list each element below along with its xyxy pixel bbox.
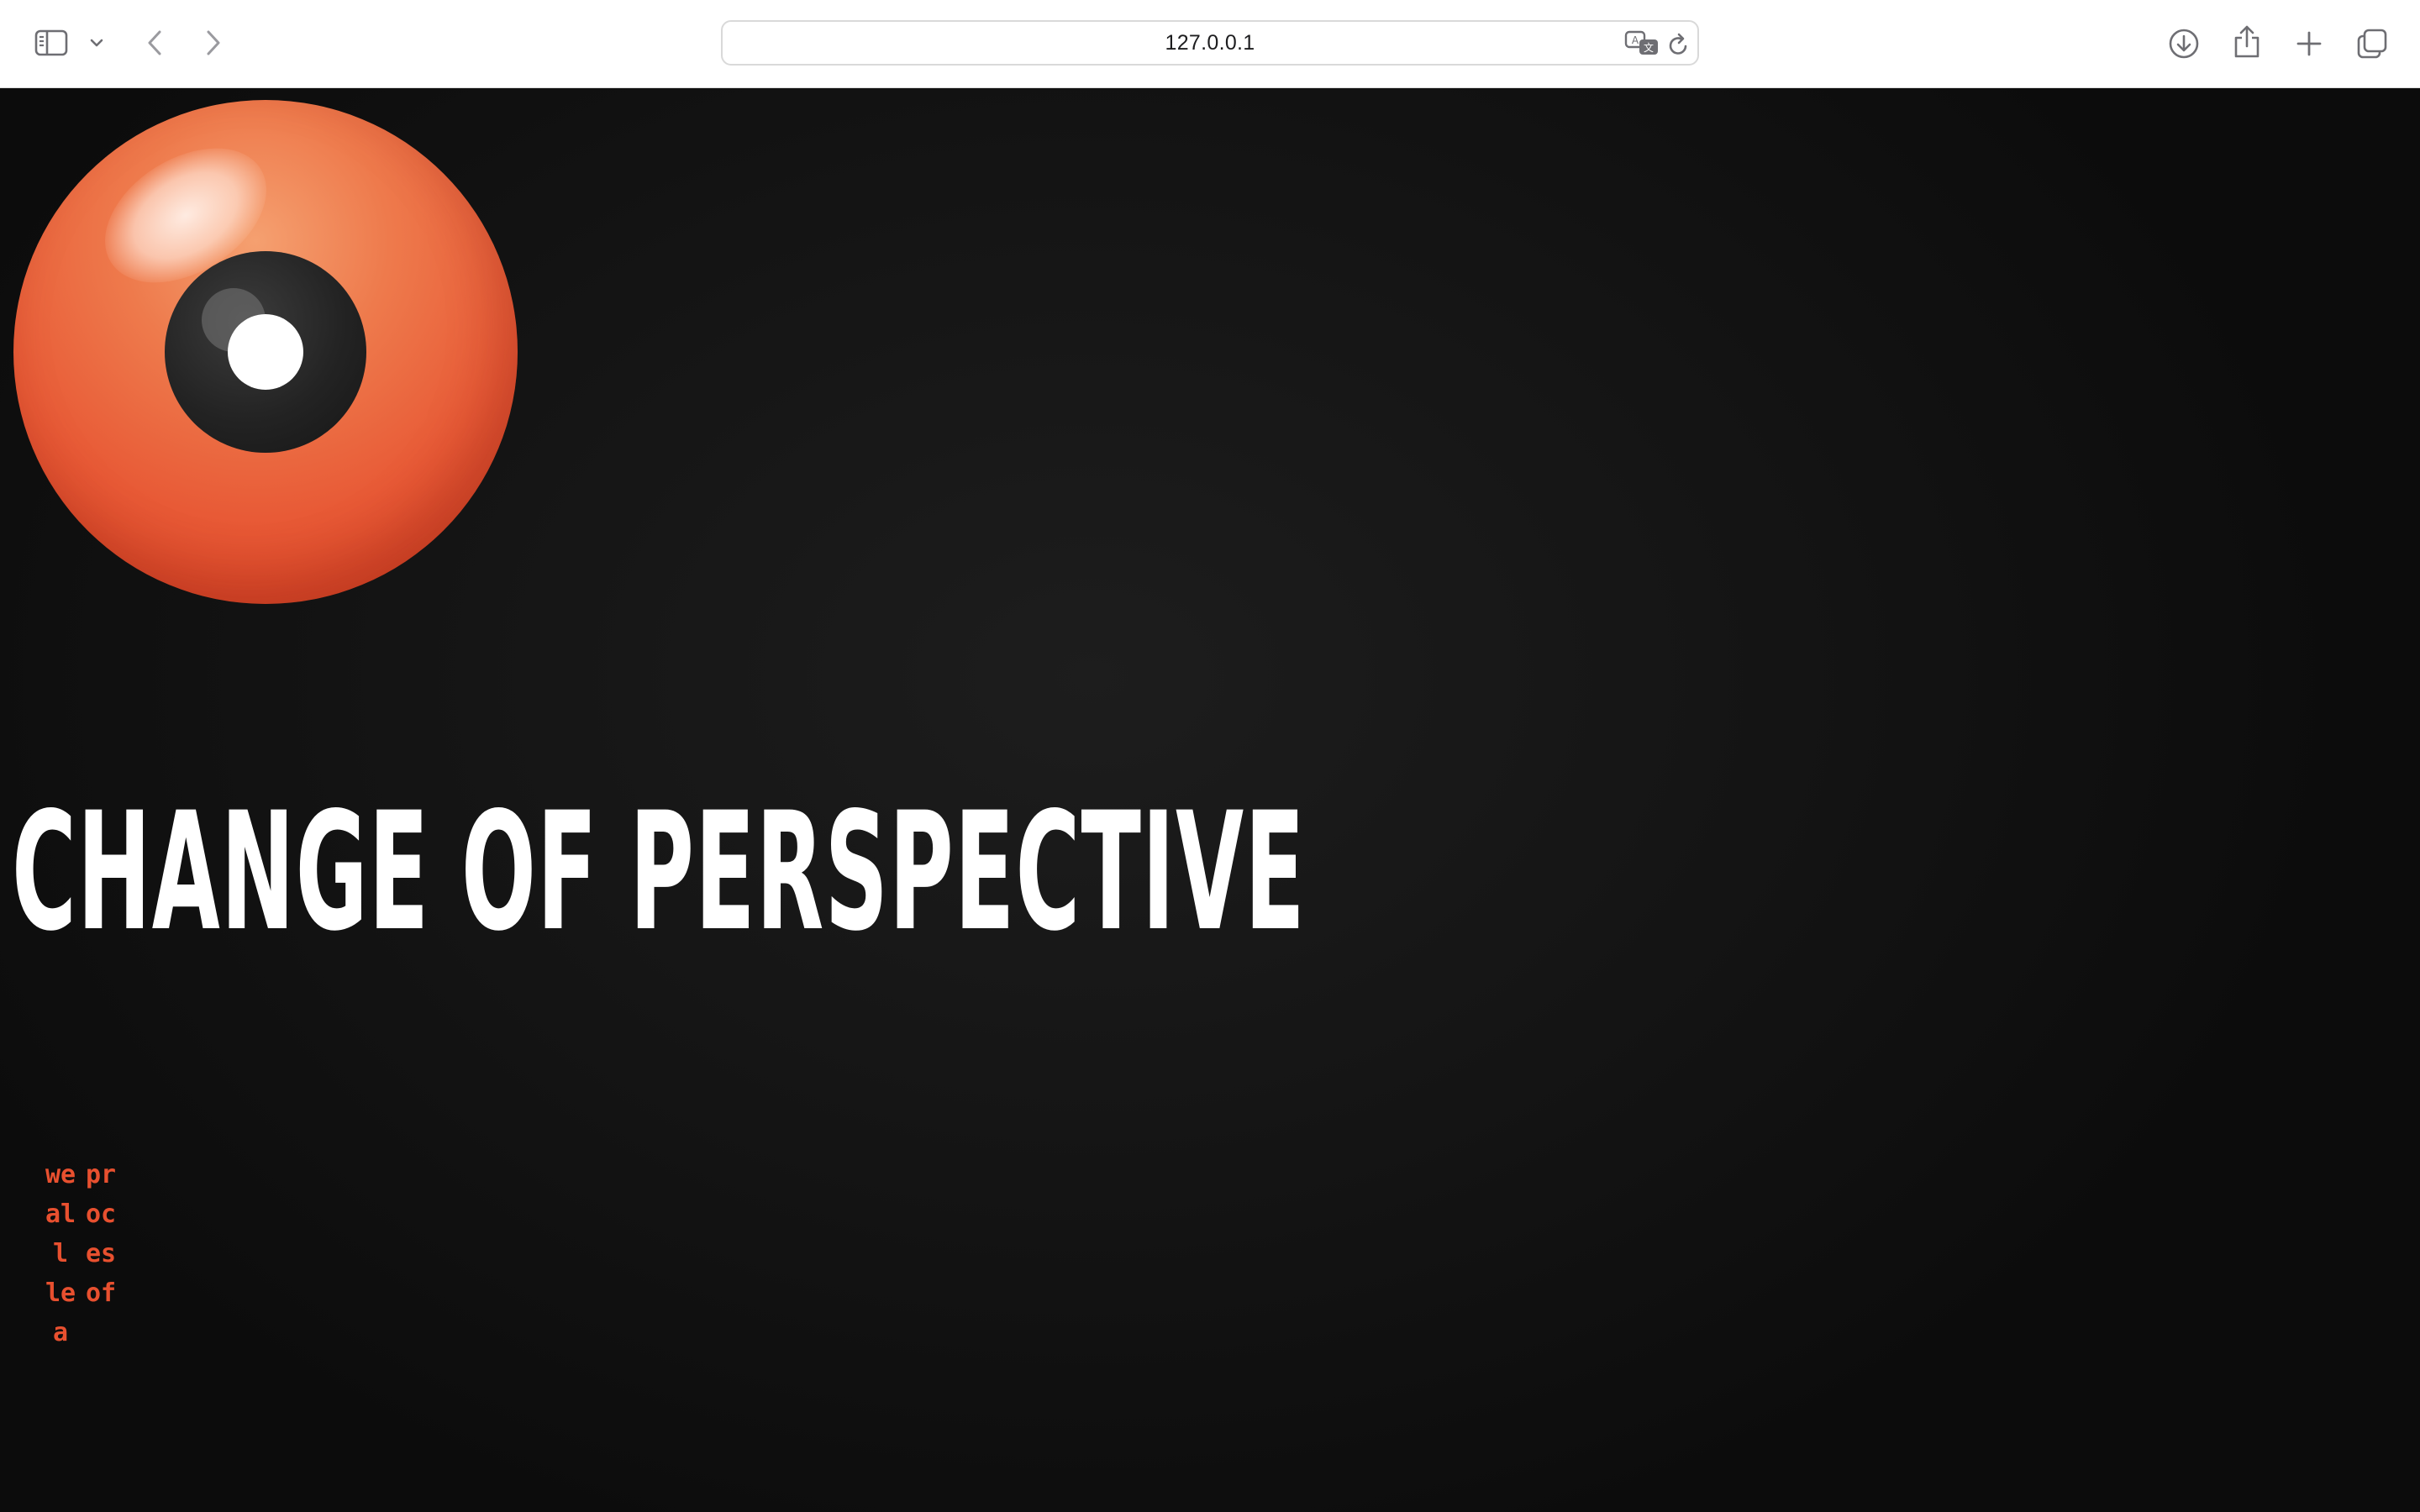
vertical-text-column-1: we all lea — [45, 1160, 92, 1347]
page-headline: CHANGE OF PERSPECTIVE — [12, 777, 1306, 967]
eyeball-pupil — [228, 314, 303, 390]
sidebar-toggle-button[interactable] — [30, 24, 72, 62]
downloads-button[interactable] — [2164, 24, 2204, 64]
back-button[interactable] — [136, 24, 173, 62]
svg-text:A: A — [1632, 34, 1639, 46]
plus-icon — [2296, 30, 2323, 57]
svg-text:文: 文 — [1644, 41, 1654, 54]
reload-icon — [1667, 32, 1691, 57]
eyeball-iris — [165, 251, 366, 453]
forward-button[interactable] — [195, 24, 232, 62]
vertical-text-column-2: proces of — [85, 1160, 132, 1308]
tab-overview-button[interactable] — [2351, 24, 2393, 64]
reload-button[interactable] — [1664, 29, 1694, 60]
page-viewport: CHANGE OF PERSPECTIVE we all lea proces … — [0, 88, 2420, 1512]
eyeball-graphic — [13, 100, 518, 604]
sidebar-icon — [34, 29, 68, 56]
tabs-icon — [2356, 28, 2388, 60]
sidebar-menu-button[interactable] — [84, 27, 109, 59]
translate-button[interactable]: A 文 — [1623, 27, 1660, 60]
browser-toolbar: 127.0.0.1 A 文 — [0, 0, 2420, 88]
share-icon — [2233, 24, 2261, 60]
new-tab-button[interactable] — [2289, 24, 2329, 64]
address-bar[interactable]: 127.0.0.1 A 文 — [721, 20, 1699, 66]
address-url[interactable]: 127.0.0.1 — [723, 22, 1697, 64]
chevron-down-icon — [89, 38, 104, 48]
translate-icon: A 文 — [1624, 29, 1660, 58]
chevron-left-icon — [145, 29, 164, 57]
chevron-right-icon — [204, 29, 223, 57]
download-icon — [2168, 28, 2200, 60]
share-button[interactable] — [2227, 20, 2267, 64]
